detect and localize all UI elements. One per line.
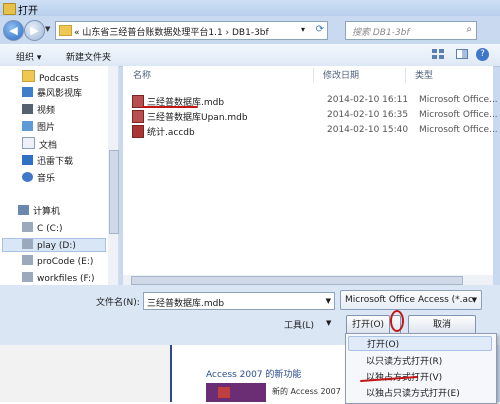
- address-bar[interactable]: « 山东省三经普台账数据处理平台1.1 › DB1-3bf ▾ ⟳: [55, 21, 328, 40]
- organize-button[interactable]: 组织 ▾: [16, 50, 41, 63]
- history-dropdown-icon[interactable]: ▼: [45, 25, 50, 33]
- column-name[interactable]: 名称: [133, 68, 151, 81]
- sidebar-item-music[interactable]: 音乐: [22, 171, 55, 185]
- music-icon: [22, 172, 33, 182]
- file-list-hscrollbar[interactable]: [123, 275, 493, 285]
- tools-button[interactable]: 工具(L): [284, 318, 314, 331]
- computer-icon: [18, 205, 29, 215]
- column-type[interactable]: 类型: [415, 68, 433, 81]
- drive-icon: [22, 272, 33, 282]
- column-date[interactable]: 修改日期: [323, 68, 359, 81]
- open-button[interactable]: 打开(O): [346, 315, 390, 335]
- background-document: Access 2007 的新功能 新的 Access 2007: [0, 345, 345, 402]
- preview-pane-icon[interactable]: [456, 49, 469, 60]
- view-options-icon[interactable]: [432, 49, 445, 60]
- sidebar-item-podcasts[interactable]: Podcasts: [22, 70, 79, 84]
- open-options-menu: 打开(O) 以只读方式打开(R) 以独占方式打开(V) 以独占只读方式打开(E): [345, 333, 497, 404]
- file-date: 2014-02-10 16:35: [327, 110, 409, 120]
- sidebar-item-documents[interactable]: 文档: [22, 137, 57, 151]
- sidebar-item-drive-e[interactable]: proCode (E:): [22, 255, 93, 269]
- access-thumbnail: [206, 383, 266, 402]
- filename-value: 三经普数据库.mdb: [147, 299, 225, 309]
- folder-icon: [59, 25, 72, 36]
- cancel-button[interactable]: 取消: [408, 315, 476, 335]
- file-date: 2014-02-10 15:40: [327, 125, 409, 135]
- sidebar-item-thunder[interactable]: 迅雷下载: [22, 154, 73, 168]
- window-title: 打开: [18, 6, 38, 17]
- scrollbar-thumb[interactable]: [131, 276, 463, 285]
- chevron-down-icon[interactable]: ▼: [326, 319, 331, 327]
- new-folder-button[interactable]: 新建文件夹: [66, 50, 111, 63]
- file-name: 统计.accdb: [147, 128, 195, 138]
- sidebar-scrollbar[interactable]: [108, 66, 119, 285]
- sidebar-item-drive-d[interactable]: play (D:): [2, 238, 106, 252]
- file-list: 名称 修改日期 类型 三经普数据库.mdb 2014-02-10 16:11 M…: [123, 66, 498, 285]
- annotation-underline: [142, 106, 198, 108]
- column-separator[interactable]: [405, 68, 406, 83]
- sidebar-item-computer[interactable]: 计算机: [18, 204, 60, 218]
- file-type: Microsoft Office...: [419, 110, 498, 120]
- navigation-bar: ◀ ▶ ▼ « 山东省三经普台账数据处理平台1.1 › DB1-3bf ▾ ⟳ …: [0, 16, 500, 44]
- table-row[interactable]: 统计.accdb 2014-02-10 15:40 Microsoft Offi…: [131, 124, 498, 138]
- filetype-select[interactable]: Microsoft Office Access (*.ac ▼: [340, 290, 482, 310]
- file-type: Microsoft Office...: [419, 95, 498, 105]
- sidebar-item-videos[interactable]: 视频: [22, 103, 55, 117]
- app-icon: [3, 3, 16, 15]
- menu-item-open-readonly[interactable]: 以只读方式打开(R): [366, 354, 442, 369]
- file-name: 三经普数据库Upan.mdb: [147, 113, 248, 123]
- search-input[interactable]: 搜索 DB1-3bf ⌕: [345, 21, 477, 40]
- picture-icon: [22, 121, 33, 131]
- filename-input[interactable]: 三经普数据库.mdb ▼: [143, 292, 335, 310]
- filetype-value: Microsoft Office Access (*.ac: [345, 295, 473, 305]
- forward-button[interactable]: ▶: [24, 20, 45, 41]
- scrollbar-thumb[interactable]: [109, 150, 119, 234]
- drive-icon: [22, 255, 33, 265]
- search-placeholder: 搜索 DB1-3bf: [352, 28, 410, 38]
- help-icon[interactable]: ?: [476, 48, 489, 61]
- background-headline: Access 2007 的新功能: [206, 370, 302, 380]
- annotation-circle: [390, 310, 404, 332]
- toolbar: 组织 ▾ 新建文件夹 ?: [0, 44, 500, 67]
- drive-icon: [22, 239, 33, 249]
- file-type: Microsoft Office...: [419, 125, 498, 135]
- file-date: 2014-02-10 16:11: [327, 95, 409, 105]
- sidebar-item-drive-c[interactable]: C (C:): [22, 222, 62, 236]
- filename-label: 文件名(N):: [96, 298, 140, 308]
- search-icon[interactable]: ⌕: [466, 24, 472, 35]
- document-icon: [22, 137, 35, 149]
- title-bar: 打开: [0, 0, 500, 17]
- video-library-icon: [22, 87, 33, 97]
- sidebar-item-drive-f[interactable]: workfiles (F:): [22, 272, 95, 285]
- table-row[interactable]: 三经普数据库Upan.mdb 2014-02-10 16:35 Microsof…: [131, 109, 498, 123]
- sidebar-item-baofeng[interactable]: 暴风影视库: [22, 86, 82, 100]
- menu-item-open[interactable]: 打开(O): [348, 336, 492, 351]
- background-panel: [0, 345, 172, 402]
- sidebar-item-pictures[interactable]: 图片: [22, 120, 55, 134]
- thunder-download-icon: [22, 155, 33, 165]
- access-file-icon: [132, 125, 144, 138]
- chevron-down-icon[interactable]: ▼: [472, 296, 477, 304]
- drive-icon: [22, 222, 33, 232]
- address-dropdown-icon[interactable]: ▾: [301, 25, 305, 34]
- refresh-icon[interactable]: ⟳: [316, 24, 324, 35]
- background-subtext: 新的 Access 2007: [272, 387, 341, 396]
- address-path: « 山东省三经普台账数据处理平台1.1 › DB1-3bf: [74, 28, 269, 38]
- column-separator[interactable]: [313, 68, 314, 83]
- back-button[interactable]: ◀: [3, 20, 24, 41]
- open-dialog: 打开 ◀ ▶ ▼ « 山东省三经普台账数据处理平台1.1 › DB1-3bf ▾…: [0, 0, 500, 404]
- folder-icon: [22, 70, 35, 82]
- access-file-icon: [132, 110, 144, 123]
- navigation-pane: Podcasts 暴风影视库 视频 图片 文档 迅雷下载 音乐 计算机 C (C…: [0, 66, 119, 285]
- chevron-down-icon[interactable]: ▼: [326, 297, 331, 305]
- video-icon: [22, 104, 33, 114]
- menu-item-open-exclusive-readonly[interactable]: 以独占只读方式打开(E): [366, 386, 460, 401]
